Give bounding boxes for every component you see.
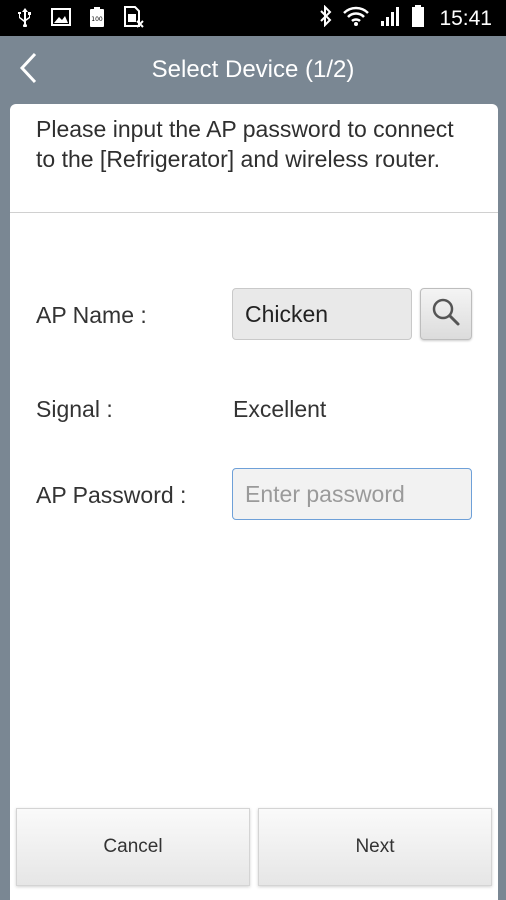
bluetooth-icon [319, 4, 333, 32]
ap-password-input[interactable] [232, 468, 472, 520]
content-card: Please input the AP password to connect … [10, 104, 498, 900]
app-header: Select Device (1/2) [0, 36, 506, 104]
page-title: Select Device (1/2) [151, 56, 355, 83]
button-bar: Cancel Next [10, 808, 498, 890]
signal-value: Excellent [233, 396, 327, 422]
sim-card-icon [122, 6, 144, 28]
signal-label: Signal : [36, 396, 113, 422]
usb-icon [14, 6, 36, 28]
ap-name-label: AP Name : [36, 302, 147, 328]
cancel-button[interactable]: Cancel [16, 808, 250, 886]
instructions-text: Please input the AP password to connect … [36, 116, 454, 172]
status-time: 15:41 [439, 6, 492, 30]
next-button[interactable]: Next [258, 808, 492, 886]
battery-icon [411, 4, 425, 33]
svg-text:100: 100 [91, 16, 103, 23]
battery-100-icon: 100 [86, 6, 108, 28]
ap-name-field[interactable]: Chicken [232, 288, 412, 340]
search-ap-button[interactable] [420, 288, 472, 340]
divider [10, 212, 498, 213]
ap-password-label: AP Password : [36, 482, 187, 508]
status-bar: 100 15:41 [0, 0, 506, 36]
cell-signal-icon [379, 5, 401, 32]
image-icon [50, 6, 72, 28]
search-icon [431, 297, 461, 332]
wifi-icon [343, 5, 370, 32]
